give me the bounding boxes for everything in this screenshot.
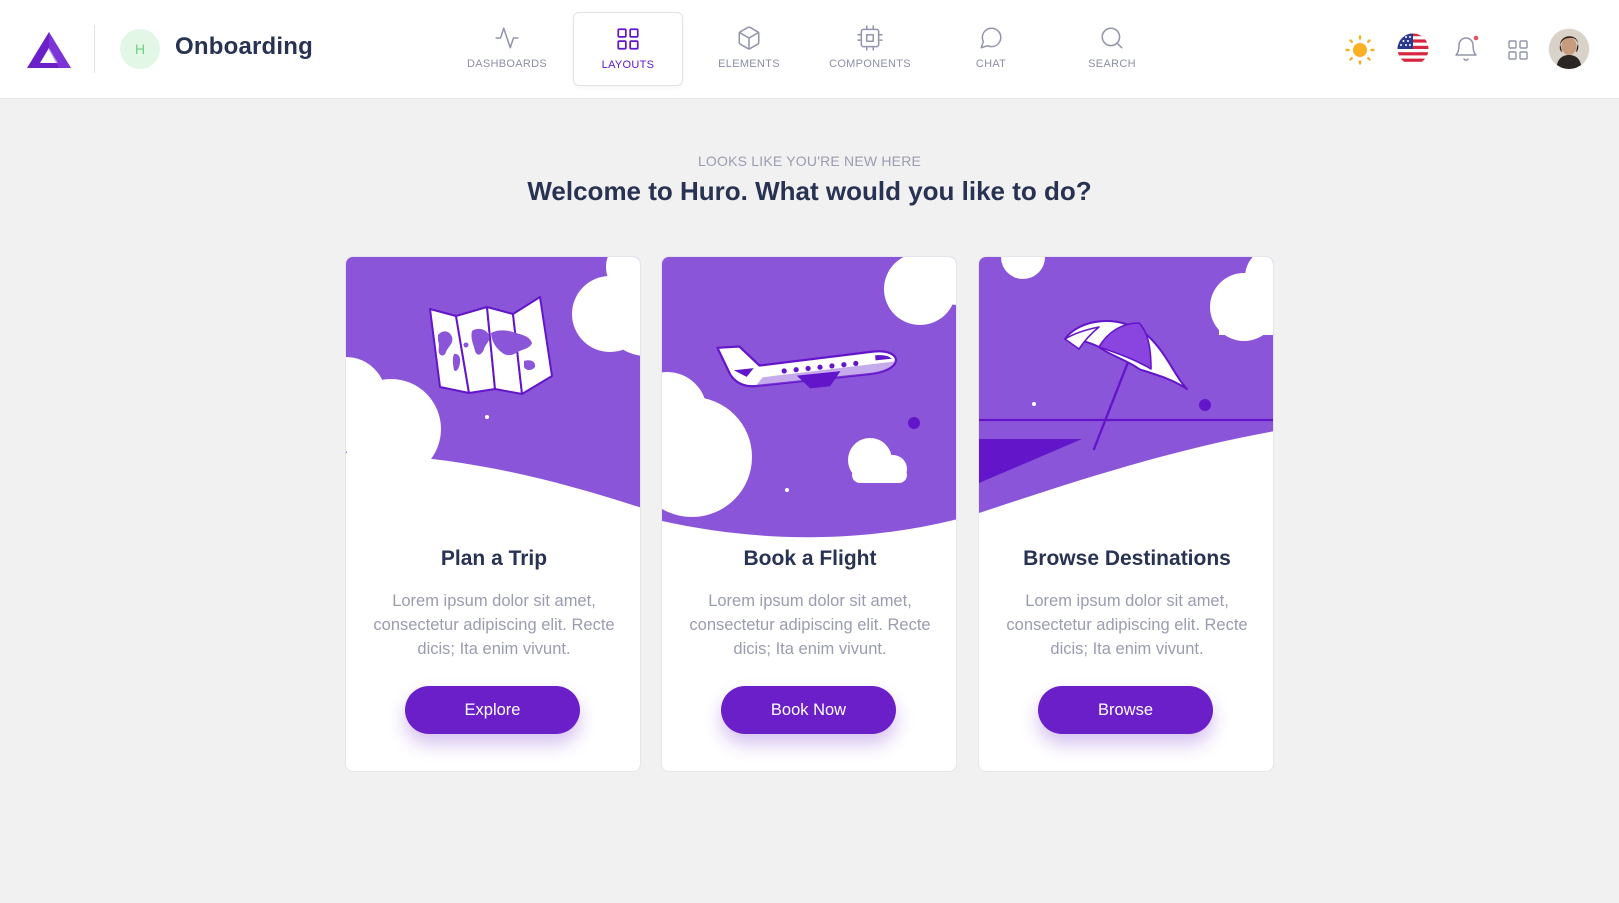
card-title: Book a Flight [743,547,877,570]
browse-button[interactable]: Browse [1038,686,1213,734]
nav-label: LAYOUTS [601,59,655,71]
card-title: Browse Destinations [1023,547,1231,570]
card-book-flight: Book a Flight Lorem ipsum dolor sit amet… [661,256,957,772]
nav-label: ELEMENTS [718,58,780,70]
nav-layouts[interactable]: LAYOUTS [573,12,683,86]
top-navbar: H Onboarding DASHBOARDS LAYOUTS ELEMENTS… [0,0,1619,99]
brand-divider [94,25,95,73]
nav-components[interactable]: COMPONENTS [815,12,925,86]
box-icon [738,26,760,50]
search-icon [1101,27,1123,49]
hero-subtitle: LOOKS LIKE YOU'RE NEW HERE [697,153,922,169]
card-browse-destinations: Browse Destinations Lorem ipsum dolor si… [978,256,1274,772]
card-plan-trip: Plan a Trip Lorem ipsum dolor sit amet, … [345,256,641,772]
apps-grid-icon[interactable] [1506,38,1530,62]
user-avatar[interactable] [1548,28,1590,70]
card-text: Lorem ipsum dolor sit amet, consectetur … [373,592,615,658]
nav-label: SEARCH [1088,58,1136,70]
brand-logo-icon[interactable] [25,30,73,70]
activity-icon [495,27,519,49]
card-body: Plan a Trip Lorem ipsum dolor sit amet, … [346,547,640,661]
card-text: Lorem ipsum dolor sit amet, consectetur … [1006,592,1248,658]
card-title: Plan a Trip [440,547,548,570]
airplane-illustration [662,257,956,539]
explore-button[interactable]: Explore [405,686,580,734]
nav-elements[interactable]: ELEMENTS [694,12,804,86]
us-flag-icon[interactable] [1397,33,1429,65]
folded-map-illustration [346,257,640,539]
book-now-button[interactable]: Book Now [721,686,896,734]
card-body: Browse Destinations Lorem ipsum dolor si… [979,547,1273,661]
nav-chat[interactable]: CHAT [936,12,1046,86]
page-avatar: H [120,29,160,69]
bell-icon[interactable] [1452,34,1480,64]
cpu-icon [857,25,883,51]
nav-search[interactable]: SEARCH [1057,12,1167,86]
nav-label: CHAT [975,58,1007,70]
card-text: Lorem ipsum dolor sit amet, consectetur … [689,592,931,658]
nav-label: DASHBOARDS [466,58,548,70]
message-circle-icon [980,27,1002,49]
card-body: Book a Flight Lorem ipsum dolor sit amet… [662,547,956,661]
grid-icon [617,28,639,50]
beach-umbrella-illustration [979,257,1273,539]
sun-icon[interactable] [1344,34,1376,66]
page-title: Onboarding [175,33,313,60]
nav-dashboards[interactable]: DASHBOARDS [452,12,562,86]
hero-headline: Welcome to Huro. What would you like to … [527,176,1092,206]
nav-label: COMPONENTS [829,58,911,70]
